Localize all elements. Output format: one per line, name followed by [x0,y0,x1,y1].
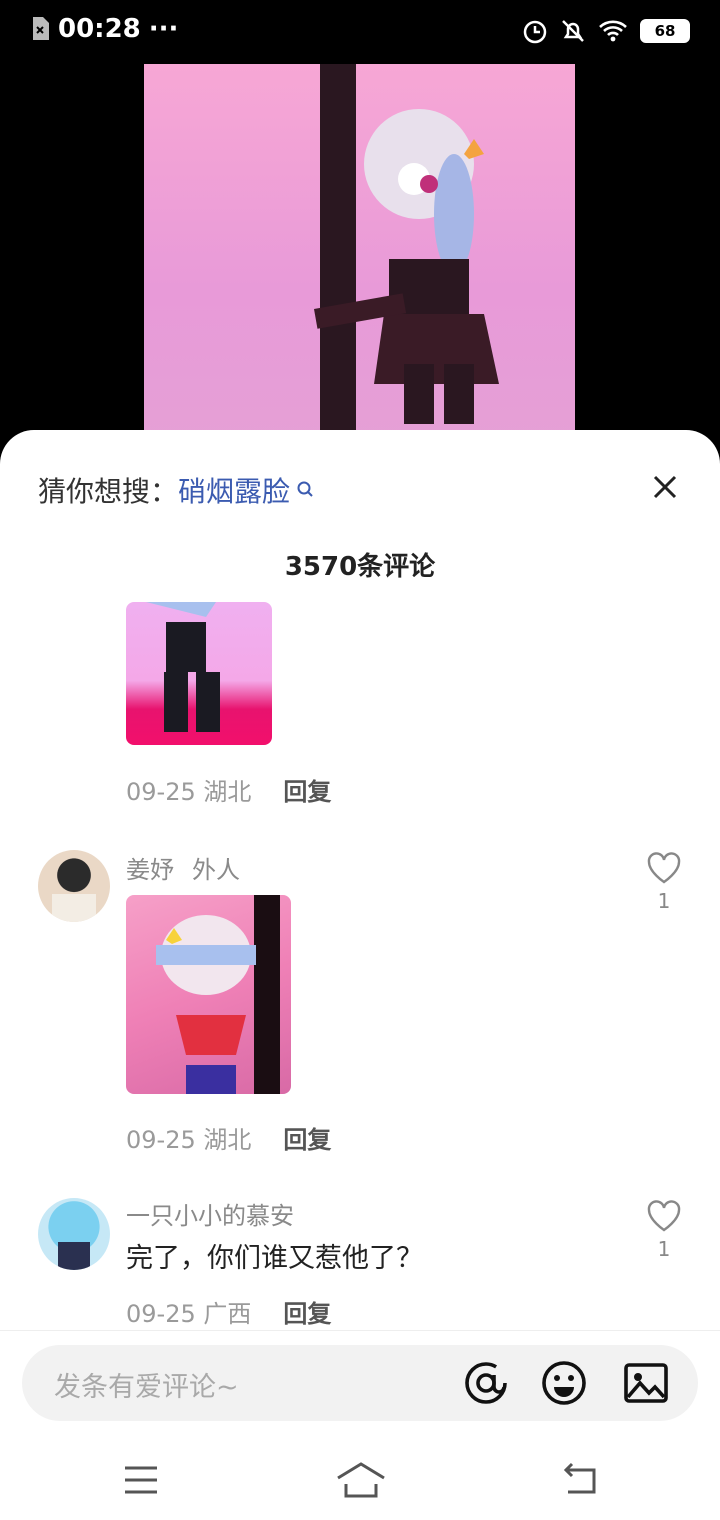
comment-input-placeholder: 发条有爱评论~ [54,1372,239,1403]
close-icon[interactable] [650,472,680,502]
reply-button[interactable]: 回复 [283,1120,331,1155]
comment-image-art [146,602,220,732]
comment-meta: 09-25 湖北 回复 [126,772,331,807]
battery-indicator: 68 [640,19,690,43]
suggest-label: 猜你想搜： [38,475,179,508]
comment-username[interactable]: 姜妤 外人 [126,850,240,885]
search-icon [297,481,313,497]
wifi-icon [599,20,627,42]
comment-image[interactable] [126,602,272,745]
avatar-art [58,1242,90,1270]
avatar-art [52,894,96,922]
image-icon[interactable] [622,1359,670,1407]
like-button[interactable]: 1 [644,1200,684,1261]
divider [0,1330,720,1331]
comment-text: 完了，你们谁又惹他了？ [126,1243,423,1274]
reply-button[interactable]: 回复 [283,772,331,807]
video-character [314,109,499,424]
suggested-search[interactable]: 猜你想搜： 硝烟露脸 [38,470,316,510]
reply-button[interactable]: 回复 [283,1294,331,1329]
comment-count: 3570条评论 [284,552,436,582]
like-count: 1 [657,1237,671,1261]
avatar[interactable] [38,850,110,922]
back-icon[interactable] [560,1460,600,1500]
mute-bell-icon [562,20,584,42]
avatar[interactable] [38,1198,110,1270]
heart-icon [647,1200,681,1232]
system-nav-bar [0,1440,720,1520]
emoji-icon[interactable] [540,1359,588,1407]
comment-meta: 09-25 广西 回复 [126,1294,331,1329]
comment-input[interactable]: 发条有爱评论~ [22,1345,698,1421]
sim-icon [33,17,49,40]
status-more: ··· [148,14,179,44]
like-button[interactable]: 1 [644,852,684,913]
user-tag: 外人 [192,856,240,884]
comment-meta: 09-25 湖北 回复 [126,1120,331,1155]
at-icon[interactable] [462,1359,510,1407]
comment-sheet: 猜你想搜： 硝烟露脸 3570条评论 09-25 湖北 回复 姜妤 外人 1 0… [0,430,720,1520]
comment-username[interactable]: 一只小小的慕安 [126,1196,294,1231]
video-player[interactable] [0,64,720,444]
status-time: 00:28 [58,14,141,44]
menu-icon[interactable] [121,1460,161,1500]
like-count: 1 [657,889,671,913]
comment-image-art [156,895,280,1094]
suggest-query[interactable]: 硝烟露脸 [178,470,290,510]
video-frame[interactable] [144,64,575,444]
alarm-icon [523,20,547,44]
home-icon[interactable] [336,1460,386,1500]
heart-icon [647,852,681,884]
comment-list[interactable]: 09-25 湖北 回复 姜妤 外人 1 09-25 湖北 回复 一只小小的慕安 … [0,600,720,1330]
comment-image[interactable] [126,895,291,1094]
status-bar: 00:28 ··· 68 [0,0,720,64]
